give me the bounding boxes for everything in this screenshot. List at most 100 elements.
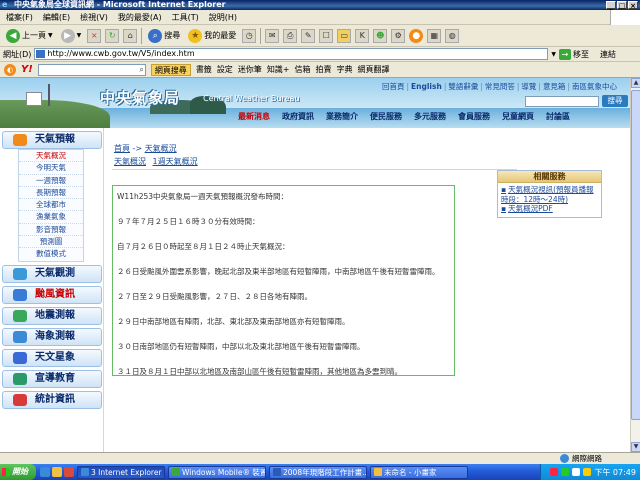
sidebar-item-video[interactable]: 影音預報	[19, 224, 83, 237]
mail-item[interactable]: 信箱	[295, 64, 311, 75]
settings-item[interactable]: 設定	[217, 64, 233, 75]
print-icon[interactable]: ⎙	[283, 28, 298, 43]
toplink-english[interactable]: English	[411, 82, 442, 91]
search-button[interactable]: ⌕ 搜尋	[146, 27, 182, 45]
yahoo-search-input[interactable]: ⌕	[37, 63, 146, 76]
nav-forum[interactable]: 討論區	[540, 111, 576, 122]
minimize-button[interactable]: _	[606, 1, 616, 10]
nav-news[interactable]: 最新消息	[232, 111, 276, 122]
address-input[interactable]: http://www.cwb.gov.tw/V5/index.htm	[34, 48, 549, 60]
globe-icon[interactable]: ◍	[445, 28, 460, 43]
yahoo-menu-icon[interactable]: ◐	[4, 63, 16, 76]
knowledge-item[interactable]: 知識+	[267, 64, 290, 75]
edit-icon[interactable]: ✎	[301, 28, 316, 43]
maximize-button[interactable]: □	[617, 1, 627, 10]
sidebar-item-numerical[interactable]: 數值模式	[19, 248, 83, 260]
task-work-plan[interactable]: 2008年現階段工作計畫...	[269, 465, 367, 479]
sidebar-head-statistics[interactable]: 統計資訊	[2, 390, 102, 409]
nav-kids[interactable]: 兒童網頁	[496, 111, 540, 122]
chevron-down-icon[interactable]: ▼	[48, 32, 53, 39]
bookmark-item[interactable]: 書籤	[196, 64, 212, 75]
subnav-week-overview[interactable]: 1週天氣概況	[153, 157, 198, 166]
ie-quicklaunch-icon[interactable]	[40, 467, 50, 477]
menu-edit[interactable]: 編輯(E)	[43, 12, 70, 23]
menu-view[interactable]: 檢視(V)	[80, 12, 108, 23]
nav-multi-service[interactable]: 多元服務	[408, 111, 452, 122]
toplink-guide[interactable]: 導覽	[521, 82, 536, 91]
home-icon[interactable]: ⌂	[123, 28, 138, 43]
app-quicklaunch-icon[interactable]	[64, 467, 74, 477]
scroll-thumb[interactable]	[631, 90, 640, 420]
chevron-down-icon[interactable]: ▼	[77, 32, 82, 39]
auction-item[interactable]: 拍賣	[316, 64, 332, 75]
favorites-button[interactable]: ★ 我的最愛	[186, 27, 238, 45]
calculator-icon[interactable]: ▦	[427, 28, 442, 43]
mail-icon[interactable]: ✉	[265, 28, 280, 43]
yahoo-search-button[interactable]: 網頁搜尋	[150, 63, 191, 76]
k-icon[interactable]: K	[355, 28, 370, 43]
toplink-feedback[interactable]: 意見箱	[543, 82, 566, 91]
address-dropdown-icon[interactable]: ▼	[551, 51, 556, 58]
tray-icon[interactable]	[583, 468, 592, 476]
nav-gov-info[interactable]: 政府資訊	[276, 111, 320, 122]
discuss-icon[interactable]: ☐	[319, 28, 334, 43]
sidebar-item-fishery[interactable]: 漁業氣象	[19, 211, 83, 224]
breadcrumb-current[interactable]: 天氣概況	[145, 144, 177, 153]
links-label[interactable]: 連結	[600, 49, 616, 60]
dictionary-item[interactable]: 字典	[337, 64, 353, 75]
tray-icon[interactable]	[561, 468, 570, 476]
translate-item[interactable]: 網頁翻譯	[358, 64, 390, 75]
minipen-item[interactable]: 迷你筆	[238, 64, 262, 75]
sidebar-head-forecast[interactable]: 天氣預報	[2, 131, 102, 149]
related-link-video[interactable]: 天氣概況視訊(預報員播報時段：12時～24時)	[501, 185, 598, 204]
orange-circle-icon[interactable]: ●	[409, 28, 424, 43]
sidebar-head-earthquake[interactable]: 地震測報	[2, 306, 102, 325]
scroll-down-icon[interactable]: ▼	[631, 442, 640, 452]
nav-about[interactable]: 業務簡介	[320, 111, 364, 122]
related-link-pdf[interactable]: 天氣概況PDF	[501, 204, 598, 214]
close-button[interactable]: ×	[628, 1, 638, 10]
sidebar-head-astronomy[interactable]: 天文星象	[2, 348, 102, 367]
sidebar-head-marine[interactable]: 海象測報	[2, 327, 102, 346]
sidebar-item-week[interactable]: 一週預報	[19, 175, 83, 187]
menu-file[interactable]: 檔案(F)	[6, 12, 33, 23]
scroll-up-icon[interactable]: ▲	[631, 78, 640, 88]
messenger-icon[interactable]: ☻	[373, 28, 388, 43]
sidebar-head-observation[interactable]: 天氣觀測	[2, 264, 102, 283]
task-windows-mobile[interactable]: Windows Mobile® 裝置...	[168, 465, 266, 479]
folder-icon[interactable]: ▭	[337, 28, 352, 43]
sidebar-item-long-term[interactable]: 長期預報	[19, 187, 83, 200]
toplink-south-center[interactable]: 南區氣象中心	[572, 82, 617, 91]
task-internet-explorer[interactable]: 3 Internet Explorer	[77, 465, 165, 479]
yahoo-logo[interactable]: Y!	[21, 64, 33, 75]
sidebar-item-charts[interactable]: 預測圖	[19, 236, 83, 249]
clock[interactable]: 下午 07:49	[594, 467, 636, 478]
subnav-overview[interactable]: 天氣概況	[114, 157, 146, 166]
sidebar-item-today[interactable]: 今明天氣	[19, 162, 83, 175]
sidebar-item-overview[interactable]: 天氣概況	[19, 150, 83, 163]
history-icon[interactable]: ◷	[242, 28, 257, 43]
tray-icon[interactable]	[572, 468, 581, 476]
toplink-glossary[interactable]: 雙語辭彙	[448, 82, 478, 91]
breadcrumb-home[interactable]: 首頁	[114, 144, 130, 153]
menu-favorites[interactable]: 我的最愛(A)	[118, 12, 162, 23]
site-logo[interactable]: 中央氣象局	[100, 87, 180, 108]
site-search-input[interactable]	[525, 96, 599, 107]
nav-member[interactable]: 會員服務	[452, 111, 496, 122]
stop-icon[interactable]: ×	[87, 28, 102, 43]
nav-public-service[interactable]: 便民服務	[364, 111, 408, 122]
menu-help[interactable]: 說明(H)	[209, 12, 237, 23]
sidebar-head-education[interactable]: 宣導教育	[2, 369, 102, 388]
menu-tools[interactable]: 工具(T)	[172, 12, 199, 23]
start-button[interactable]: 開始	[0, 464, 36, 480]
back-button[interactable]: ◀ 上一頁 ▼	[4, 27, 55, 45]
tool-icon[interactable]: ⚙	[391, 28, 406, 43]
sidebar-head-typhoon[interactable]: 颱風資訊	[2, 285, 102, 304]
vertical-scrollbar[interactable]: ▲ ▼	[630, 78, 640, 452]
toplink-faq[interactable]: 常見問答	[485, 82, 515, 91]
go-button[interactable]: → 移至	[559, 48, 589, 60]
site-search-button[interactable]: 搜尋	[602, 95, 628, 107]
toplink-home[interactable]: 回首頁	[382, 82, 405, 91]
refresh-icon[interactable]: ↻	[105, 28, 120, 43]
folder-quicklaunch-icon[interactable]	[52, 467, 62, 477]
